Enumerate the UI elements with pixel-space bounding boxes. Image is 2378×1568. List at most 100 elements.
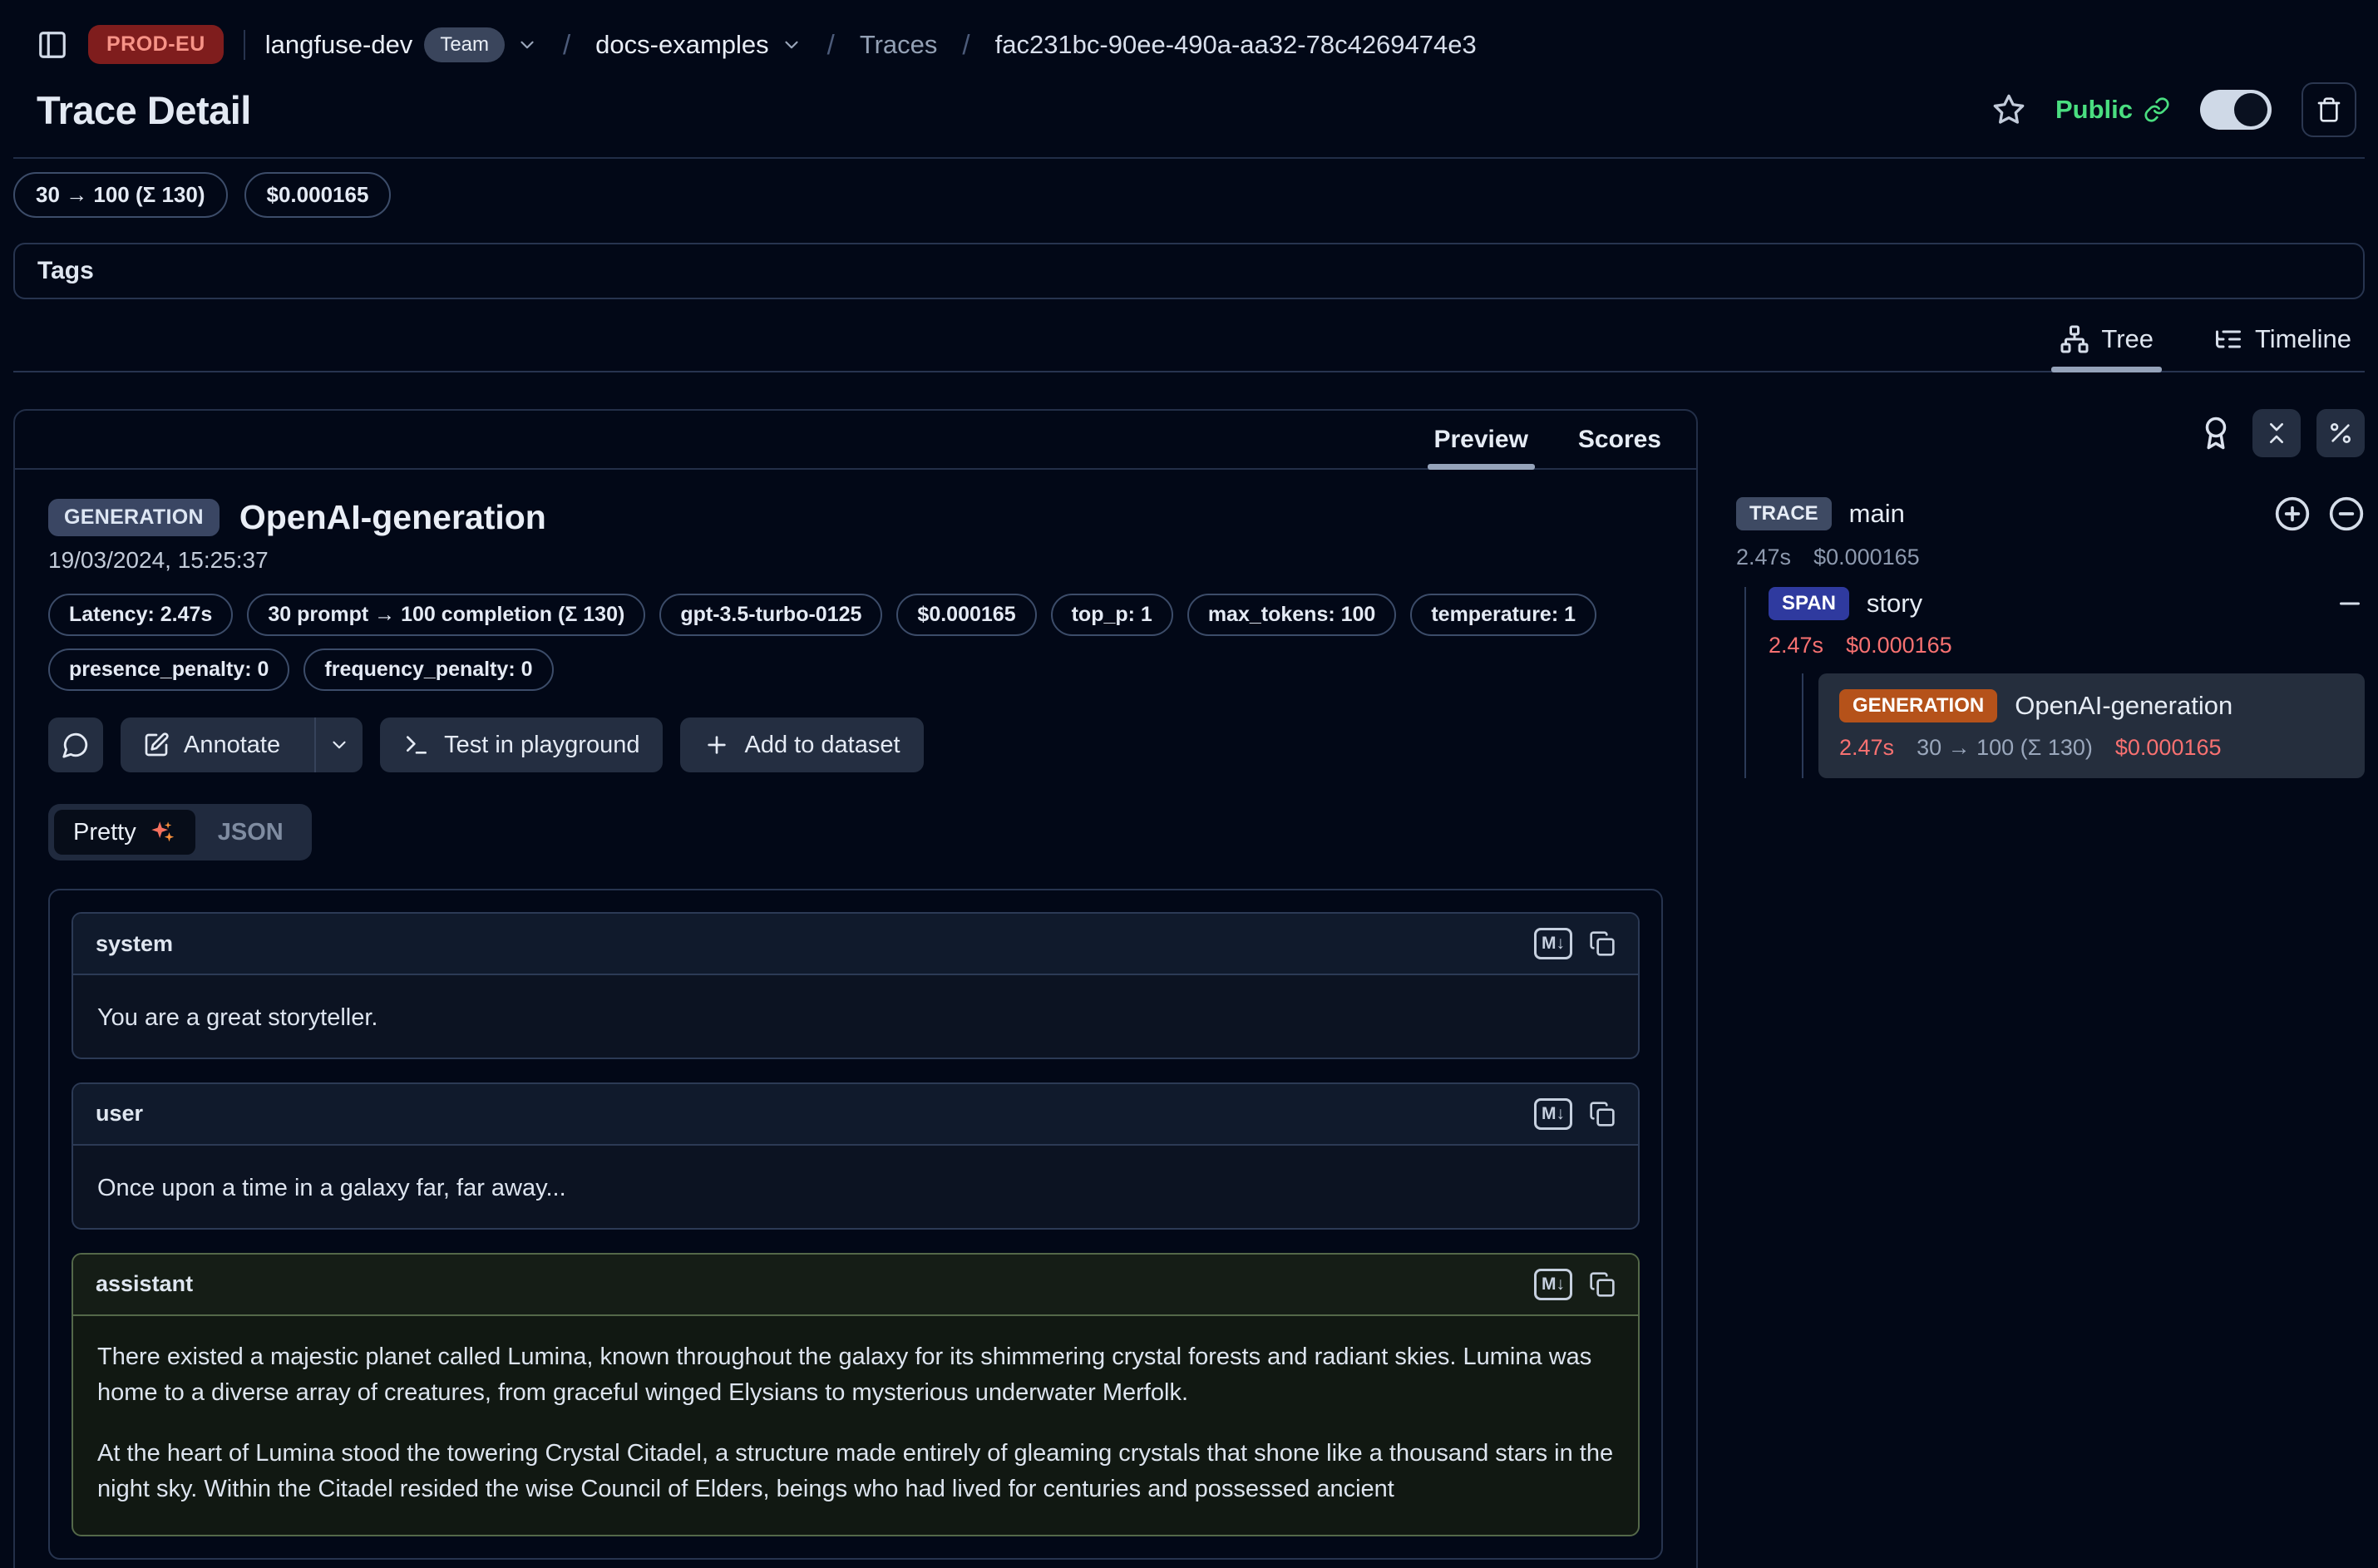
scores-award-icon[interactable] — [2195, 416, 2237, 451]
tab-timeline-label: Timeline — [2255, 324, 2351, 354]
test-in-playground-button[interactable]: Test in playground — [380, 717, 663, 772]
page-header: Trace Detail Public — [0, 64, 2378, 157]
trash-icon — [2316, 96, 2342, 123]
terminal-icon — [403, 732, 430, 758]
collapse-all-button[interactable] — [2252, 409, 2301, 457]
token-usage-badge: 30 → 100 (Σ 130) — [13, 172, 228, 218]
generation-name: OpenAI-generation — [2015, 691, 2232, 721]
breadcrumb-org[interactable]: langfuse-dev Team — [265, 27, 538, 62]
chevron-down-icon[interactable] — [781, 34, 802, 56]
project-name[interactable]: docs-examples — [595, 30, 768, 60]
header-controls: Public — [1992, 82, 2356, 137]
top-p-badge: top_p: 1 — [1051, 594, 1173, 636]
markdown-toggle-icon[interactable]: M↓ — [1534, 1269, 1572, 1300]
tags-box[interactable]: Tags — [13, 243, 2365, 299]
message-header: assistant M↓ — [73, 1255, 1638, 1316]
observation-timestamp: 19/03/2024, 15:25:37 — [48, 547, 1663, 574]
tab-preview[interactable]: Preview — [1433, 426, 1530, 468]
trace-children: SPAN story 2.47s $0.000165 GENERATION Op… — [1744, 587, 2365, 778]
assistant-paragraph-1: There existed a majestic planet called L… — [97, 1339, 1614, 1411]
breadcrumb-traces-link[interactable]: Traces — [860, 30, 938, 60]
token-breakdown-badge: 30 prompt → 100 completion (Σ 130) — [247, 594, 645, 636]
copy-icon[interactable] — [1589, 1271, 1616, 1298]
copy-icon[interactable] — [1589, 1101, 1616, 1127]
chevron-down-icon[interactable] — [516, 34, 538, 56]
markdown-toggle-icon[interactable]: M↓ — [1534, 1098, 1572, 1130]
public-share-link[interactable]: Public — [2055, 95, 2170, 125]
message-role: system — [96, 931, 173, 957]
org-type-badge: Team — [424, 27, 505, 62]
span-badge: SPAN — [1769, 587, 1849, 620]
breadcrumb-separator: / — [822, 29, 840, 61]
observation-panel: Preview Scores GENERATION OpenAI-generat… — [13, 409, 1698, 1568]
message-system: system M↓ You are a great storyteller. — [72, 912, 1640, 1059]
add-to-dataset-button[interactable]: Add to dataset — [680, 717, 923, 772]
metrics-percent-button[interactable] — [2316, 409, 2365, 457]
trace-detail-page: PROD-EU langfuse-dev Team / docs-example… — [0, 0, 2378, 1568]
observation-body: GENERATION OpenAI-generation 19/03/2024,… — [15, 470, 1696, 1568]
format-pretty-button[interactable]: Pretty — [54, 810, 195, 855]
panel-tabs: Preview Scores — [15, 411, 1696, 470]
span-cost: $0.000165 — [1846, 633, 1952, 658]
sidebar-toggle-icon[interactable] — [37, 29, 68, 61]
circle-plus-icon[interactable] — [2274, 496, 2311, 532]
message-actions: M↓ — [1534, 1269, 1616, 1300]
frequency-penalty-badge: frequency_penalty: 0 — [303, 648, 553, 691]
tab-timeline[interactable]: Timeline — [2208, 324, 2356, 371]
message-assistant: assistant M↓ There existed a majestic pl… — [72, 1253, 1640, 1537]
comment-button[interactable] — [48, 717, 103, 772]
format-json-button[interactable]: JSON — [195, 811, 306, 855]
annotate-main[interactable]: Annotate — [121, 717, 300, 772]
trace-cost: $0.000165 — [1813, 545, 1920, 570]
tree-icon — [2060, 324, 2089, 354]
divider — [244, 30, 245, 60]
messages-container: system M↓ You are a great storyteller. u… — [48, 889, 1663, 1560]
annotate-dropdown[interactable] — [314, 717, 363, 772]
view-tabs: Tree Timeline — [13, 324, 2365, 372]
annotate-button[interactable]: Annotate — [121, 717, 363, 772]
tree-node-span[interactable]: SPAN story — [1769, 587, 2365, 620]
circle-minus-icon[interactable] — [2328, 496, 2365, 532]
breadcrumb: PROD-EU langfuse-dev Team / docs-example… — [0, 0, 2378, 64]
generation-metrics: 2.47s 30 → 100 (Σ 130) $0.000165 — [1839, 735, 2344, 761]
comment-icon — [62, 731, 90, 759]
observation-header: GENERATION OpenAI-generation — [48, 498, 1663, 537]
message-header: user M↓ — [73, 1084, 1638, 1146]
chevron-down-icon — [328, 734, 350, 756]
message-actions: M↓ — [1534, 1098, 1616, 1130]
markdown-toggle-icon[interactable]: M↓ — [1534, 928, 1572, 959]
star-icon[interactable] — [1992, 93, 2025, 126]
tree-zoom-controls — [2274, 496, 2365, 532]
public-label: Public — [2055, 95, 2133, 125]
generation-row[interactable]: GENERATION OpenAI-generation — [1839, 689, 2344, 722]
annotate-icon — [143, 732, 170, 758]
collapse-icon — [2263, 420, 2290, 446]
breadcrumb-separator: / — [957, 29, 974, 61]
copy-icon[interactable] — [1589, 930, 1616, 957]
assistant-paragraph-2: At the heart of Lumina stood the towerin… — [97, 1436, 1614, 1507]
content-area: Preview Scores GENERATION OpenAI-generat… — [0, 372, 2378, 1568]
public-toggle[interactable] — [2200, 90, 2272, 130]
span-children: GENERATION OpenAI-generation 2.47s 30 → … — [1802, 673, 2365, 778]
trace-latency: 2.47s — [1736, 545, 1791, 570]
message-actions: M↓ — [1534, 928, 1616, 959]
tree-node-generation-selected[interactable]: GENERATION OpenAI-generation 2.47s 30 → … — [1818, 673, 2365, 778]
trace-badge: TRACE — [1736, 497, 1832, 530]
generation-latency: 2.47s — [1839, 735, 1894, 761]
delete-trace-button[interactable] — [2302, 82, 2356, 137]
tree-toolbar — [1736, 409, 2365, 457]
generation-badge: GENERATION — [1839, 689, 1997, 722]
tree-node-trace[interactable]: TRACE main — [1736, 496, 2365, 532]
breadcrumb-project[interactable]: docs-examples — [595, 30, 802, 60]
tab-tree[interactable]: Tree — [2055, 324, 2158, 371]
message-user: user M↓ Once upon a time in a galaxy far… — [72, 1082, 1640, 1230]
tab-scores[interactable]: Scores — [1576, 426, 1663, 468]
trace-stats: 30 → 100 (Σ 130) $0.000165 — [0, 159, 2378, 218]
minus-icon[interactable] — [2335, 589, 2365, 619]
org-name[interactable]: langfuse-dev — [265, 30, 413, 60]
timeline-icon — [2213, 324, 2243, 354]
message-content: Once upon a time in a galaxy far, far aw… — [73, 1146, 1638, 1228]
model-badge: gpt-3.5-turbo-0125 — [659, 594, 882, 636]
playground-label: Test in playground — [444, 732, 639, 759]
breadcrumb-separator: / — [558, 29, 575, 61]
